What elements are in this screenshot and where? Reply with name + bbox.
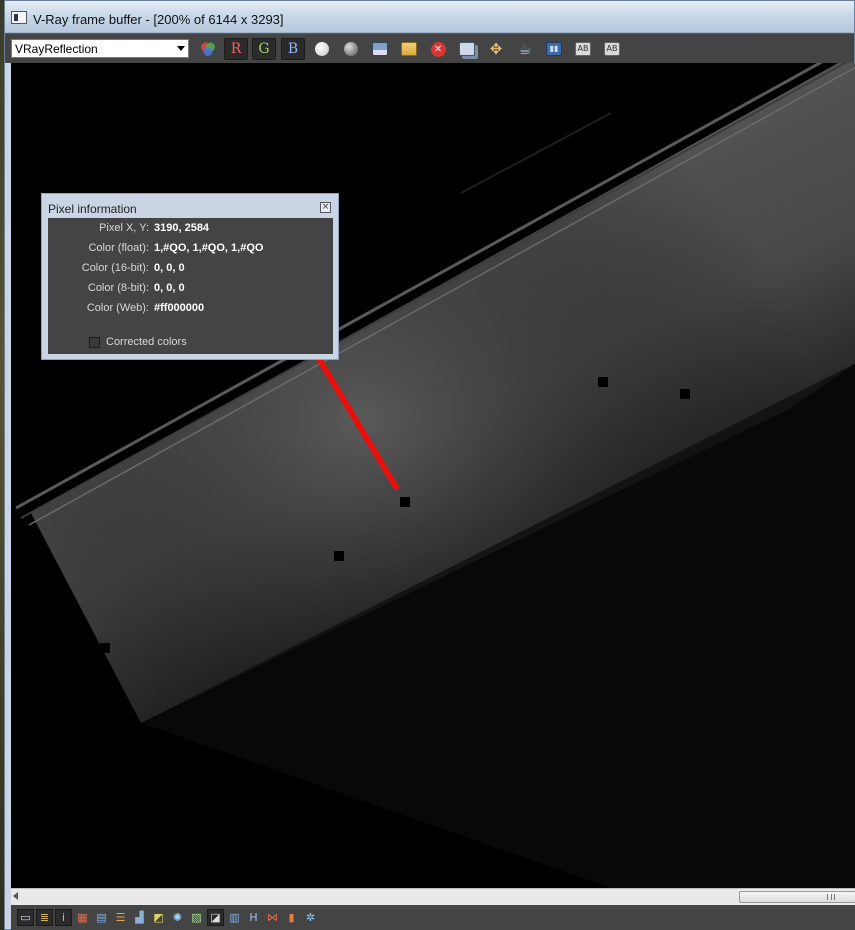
render-viewport[interactable]	[11, 63, 855, 888]
load-image-icon[interactable]	[397, 38, 421, 60]
region-render-icon[interactable]: AB	[571, 38, 595, 60]
render-channel-value: VRayReflection	[15, 42, 98, 56]
pixel-info-label: Color (Web):	[86, 302, 149, 314]
clear-image-icon[interactable]: ✕	[426, 38, 450, 60]
pixel-info-row: Color (8-bit): 0, 0, 0	[48, 278, 333, 298]
render-channel-dropdown[interactable]: VRayReflection	[11, 39, 189, 58]
exposure-icon[interactable]: ◩	[150, 909, 167, 926]
marker-5	[100, 643, 110, 653]
color-mode-icon[interactable]	[196, 38, 220, 60]
blue-channel-button[interactable]: B	[281, 38, 305, 60]
pixel-info-label: Pixel X, Y:	[99, 222, 149, 234]
pixel-info-label: Color (16-bit):	[81, 262, 149, 274]
toolbar-glyph: ≣	[39, 911, 50, 924]
scroll-left-arrow-icon[interactable]	[13, 892, 18, 900]
pixel-info-value: #ff000000	[154, 302, 205, 314]
stereo-icon[interactable]: ▮	[283, 909, 300, 926]
rendered-image	[11, 63, 855, 888]
toolbar-glyph: H	[249, 911, 258, 924]
compare-icon[interactable]: ⋈	[264, 909, 281, 926]
marker-4	[680, 389, 690, 399]
window-title: V-Ray frame buffer - [200% of 6144 x 329…	[33, 12, 284, 27]
pixel-info-value: 0, 0, 0	[154, 282, 185, 294]
red-channel-button[interactable]: R	[224, 38, 248, 60]
toolbar-glyph: ⋈	[267, 911, 278, 924]
toolbar-glyph: ◪	[210, 911, 221, 924]
app-icon	[11, 11, 27, 24]
pixel-information-panel: Pixel information × Pixel X, Y: 3190, 258…	[41, 193, 339, 360]
toolbar-glyph: ▤	[96, 911, 107, 924]
alpha-mode-icon[interactable]	[339, 38, 363, 60]
toolbar-glyph: ▥	[229, 911, 240, 924]
top-toolbar: VRayReflection R G B ✕ ✥ ☕ ▮▮ AB AB	[5, 33, 854, 63]
pixel-info-label: Color (float):	[88, 242, 149, 254]
lens-icon[interactable]: ✲	[302, 909, 319, 926]
toolbar-glyph: ✲	[305, 911, 316, 924]
toolbar-glyph: ✺	[172, 911, 183, 924]
corrected-colors-label: Corrected colors	[106, 336, 187, 348]
scrollbar-thumb[interactable]	[739, 891, 855, 903]
color-corrections-icon[interactable]: ▦	[74, 909, 91, 926]
horizontal-scrollbar[interactable]	[11, 888, 855, 905]
pixel-info-row: Pixel X, Y: 3190, 2584	[48, 218, 333, 238]
render-teapot-icon[interactable]: ☕	[513, 38, 537, 60]
marker-3	[598, 377, 608, 387]
title-bar[interactable]: V-Ray frame buffer - [200% of 6144 x 329…	[5, 1, 854, 33]
panel-title: Pixel information	[48, 202, 137, 216]
mono-mode-icon[interactable]	[310, 38, 334, 60]
pixel-info-row: Color (Web): #ff000000	[48, 298, 333, 318]
bottom-toolbar: ▭ ≣ i ▦ ▤ ☰ ▟ ◩ ✺ ▧ ◪ ▥ H ⋈ ▮ ✲	[11, 905, 855, 930]
chevron-down-icon[interactable]	[177, 46, 185, 51]
save-image-icon[interactable]	[368, 38, 392, 60]
toolbar-glyph: ▧	[191, 911, 202, 924]
info-icon[interactable]: i	[55, 909, 72, 926]
curves-list-icon[interactable]: ☰	[112, 909, 129, 926]
vray-frame-buffer-window: V-Ray frame buffer - [200% of 6144 x 329…	[4, 0, 855, 930]
pixel-info-row: Color (float): 1,#QO, 1,#QO, 1,#QO	[48, 238, 333, 258]
lens-effects-icon[interactable]: ▮▮	[542, 38, 566, 60]
close-icon[interactable]: ×	[320, 202, 331, 213]
background-image-icon[interactable]: ▧	[188, 909, 205, 926]
display-window-icon[interactable]: ▭	[17, 909, 34, 926]
marker-1	[400, 497, 410, 507]
toolbar-glyph: ◩	[153, 911, 164, 924]
levels-icon[interactable]: ▤	[93, 909, 110, 926]
pixel-info-row: Color (16-bit): 0, 0, 0	[48, 258, 333, 278]
h-button-icon[interactable]: H	[245, 909, 262, 926]
toolbar-glyph: ▭	[20, 911, 31, 924]
toolbar-glyph: ▮	[288, 911, 295, 924]
toolbar-glyph: ▦	[77, 911, 88, 924]
corrected-colors-checkbox[interactable]	[89, 337, 100, 348]
marker-2	[334, 551, 344, 561]
pixel-info-value: 0, 0, 0	[154, 262, 185, 274]
panel-body: Pixel X, Y: 3190, 2584 Color (float): 1,#QO…	[48, 218, 333, 354]
srgb-icon[interactable]: ▥	[226, 909, 243, 926]
pixel-info-value: 3190, 2584	[154, 222, 210, 234]
duplicate-to-max-icon[interactable]	[455, 38, 479, 60]
link-to-viewport-icon[interactable]: AB	[600, 38, 624, 60]
track-mouse-icon[interactable]: ✥	[484, 38, 508, 60]
toolbar-glyph: i	[61, 911, 66, 924]
histogram-icon[interactable]: ▟	[131, 909, 148, 926]
history-icon[interactable]: ≣	[36, 909, 53, 926]
lut-icon[interactable]: ✺	[169, 909, 186, 926]
green-channel-button[interactable]: G	[252, 38, 276, 60]
toolbar-glyph: ▟	[135, 911, 144, 924]
pixel-info-value: 1,#QO, 1,#QO, 1,#QO	[154, 242, 264, 254]
ocio-icon[interactable]: ◪	[207, 909, 224, 926]
pixel-info-label: Color (8-bit):	[87, 282, 149, 294]
toolbar-glyph: ☰	[115, 911, 126, 924]
grip-icon	[827, 894, 835, 900]
